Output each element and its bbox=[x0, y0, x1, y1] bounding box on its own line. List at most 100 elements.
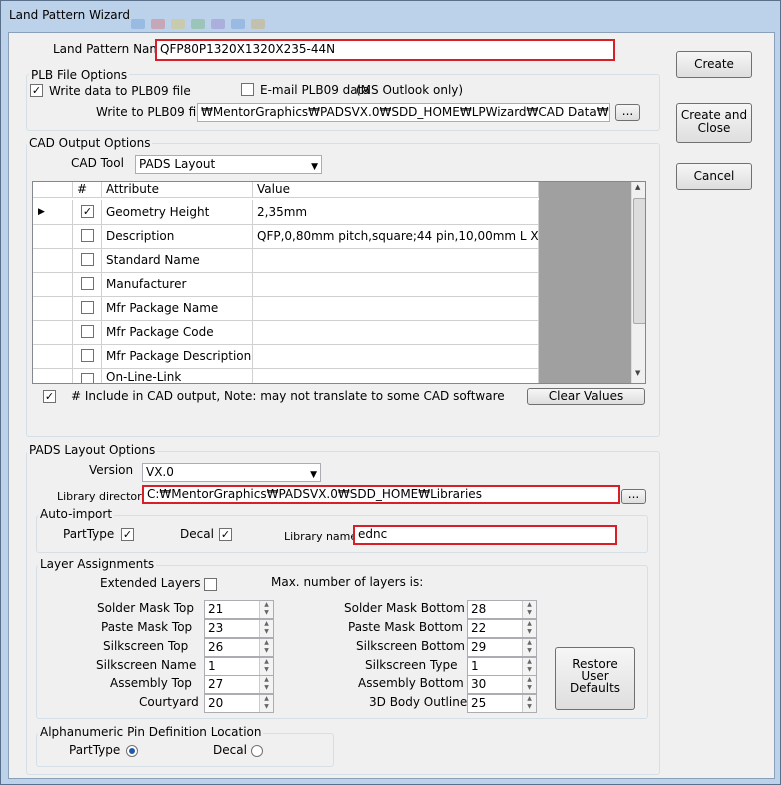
version-select[interactable]: VX.0 ▼ bbox=[142, 463, 321, 482]
scroll-down-arrow-icon[interactable]: ▼ bbox=[635, 369, 640, 377]
email-plb-checkbox[interactable] bbox=[241, 83, 254, 96]
row-checkbox[interactable] bbox=[81, 349, 94, 362]
grid-header-selector bbox=[33, 182, 73, 197]
spinner-arrows-icon[interactable]: ▲ ▼ bbox=[522, 639, 536, 656]
row-checkbox[interactable] bbox=[81, 301, 94, 314]
row-checkbox[interactable]: ✓ bbox=[81, 205, 94, 218]
grid-row[interactable]: ▶ ✓ Geometry Height 2,35mm bbox=[33, 200, 539, 225]
grid-header-number: # bbox=[73, 182, 102, 197]
value-cell[interactable] bbox=[253, 296, 539, 320]
checkmark-icon: ✓ bbox=[220, 528, 231, 541]
layer-label: Solder Mask Bottom bbox=[344, 601, 465, 615]
attribute-cell[interactable]: Mfr Package Code bbox=[102, 320, 253, 344]
layer-label: Courtyard bbox=[139, 695, 199, 709]
spinner-arrows-icon[interactable]: ▲ ▼ bbox=[259, 658, 273, 675]
layer-spinner[interactable]: 30 ▲ ▼ bbox=[467, 675, 537, 694]
library-directory-input[interactable]: C:₩MentorGraphics₩PADSVX.0₩SDD_HOME₩Libr… bbox=[142, 485, 620, 504]
layer-spinner[interactable]: 28 ▲ ▼ bbox=[467, 600, 537, 619]
write-plb-checkbox[interactable]: ✓ bbox=[30, 84, 43, 97]
cad-tool-select[interactable]: PADS Layout ▼ bbox=[135, 155, 322, 174]
plb-file-path-input[interactable]: ₩MentorGraphics₩PADSVX.0₩SDD_HOME₩LPWiza… bbox=[197, 103, 610, 122]
row-selector bbox=[33, 320, 73, 344]
restore-user-defaults-button[interactable]: Restore User Defaults bbox=[555, 647, 635, 710]
spinner-arrows-icon[interactable]: ▲ ▼ bbox=[259, 676, 273, 693]
row-checkbox[interactable] bbox=[81, 277, 94, 290]
row-checkbox[interactable] bbox=[81, 373, 94, 383]
grid-row[interactable]: Description QFP,0,80mm pitch,square;44 p… bbox=[33, 224, 539, 249]
grid-row[interactable]: On-Line-Link bbox=[33, 368, 539, 383]
layer-spinner[interactable]: 22 ▲ ▼ bbox=[467, 619, 537, 638]
layer-spinner-value: 27 bbox=[208, 677, 224, 691]
layer-label: Paste Mask Bottom bbox=[348, 620, 463, 634]
layer-spinner[interactable]: 27 ▲ ▼ bbox=[204, 675, 274, 694]
layer-label: 3D Body Outline bbox=[369, 695, 468, 709]
spinner-arrows-icon[interactable]: ▲ ▼ bbox=[259, 695, 273, 712]
layer-spinner[interactable]: 29 ▲ ▼ bbox=[467, 638, 537, 657]
spinner-arrows-icon[interactable]: ▲ ▼ bbox=[259, 601, 273, 618]
grid-vertical-scrollbar[interactable]: ▲ ▼ bbox=[631, 182, 645, 383]
plb-browse-button[interactable]: ... bbox=[615, 104, 640, 121]
spinner-arrows-icon[interactable]: ▲ ▼ bbox=[522, 620, 536, 637]
grid-row[interactable]: Mfr Package Code bbox=[33, 320, 539, 345]
layer-spinner[interactable]: 21 ▲ ▼ bbox=[204, 600, 274, 619]
spinner-arrows-icon[interactable]: ▲ ▼ bbox=[522, 658, 536, 675]
grid-checkbox-cell bbox=[73, 248, 102, 272]
scroll-thumb[interactable] bbox=[633, 198, 645, 324]
layer-spinner[interactable]: 1 ▲ ▼ bbox=[204, 657, 274, 676]
spinner-arrows-icon[interactable]: ▲ ▼ bbox=[259, 620, 273, 637]
value-cell[interactable] bbox=[253, 368, 539, 383]
attribute-cell[interactable]: Geometry Height bbox=[102, 200, 253, 224]
spinner-arrows-icon[interactable]: ▲ ▼ bbox=[259, 639, 273, 656]
row-checkbox[interactable] bbox=[81, 253, 94, 266]
value-cell[interactable]: QFP,0,80mm pitch,square;44 pin,10,00mm L… bbox=[253, 224, 539, 248]
layer-spinner[interactable]: 1 ▲ ▼ bbox=[467, 657, 537, 676]
library-name-input[interactable]: ednc bbox=[353, 525, 617, 545]
grid-row[interactable]: Standard Name bbox=[33, 248, 539, 273]
grid-checkbox-cell bbox=[73, 296, 102, 320]
library-directory-label: Library directory bbox=[57, 490, 149, 503]
layer-spinner[interactable]: 20 ▲ ▼ bbox=[204, 694, 274, 713]
chevron-down-icon: ▼ bbox=[311, 162, 318, 172]
auto-import-parttype-checkbox[interactable]: ✓ bbox=[121, 528, 134, 541]
pin-def-decal-radio[interactable] bbox=[251, 745, 263, 757]
attribute-cell[interactable]: Mfr Package Name bbox=[102, 296, 253, 320]
auto-import-decal-checkbox[interactable]: ✓ bbox=[219, 528, 232, 541]
layer-spinner[interactable]: 25 ▲ ▼ bbox=[467, 694, 537, 713]
pin-def-parttype-label: PartType bbox=[69, 743, 121, 757]
create-button[interactable]: Create bbox=[676, 51, 752, 78]
scroll-up-arrow-icon[interactable]: ▲ bbox=[635, 183, 640, 191]
extended-layers-checkbox[interactable] bbox=[204, 578, 217, 591]
library-browse-button[interactable]: ... bbox=[621, 488, 646, 504]
grid-header-attribute: Attribute bbox=[102, 182, 253, 197]
attribute-cell[interactable]: Description bbox=[102, 224, 253, 248]
include-cad-checkbox[interactable]: ✓ bbox=[43, 390, 56, 403]
grid-row[interactable]: Mfr Package Description bbox=[33, 344, 539, 369]
value-cell[interactable] bbox=[253, 320, 539, 344]
spinner-arrows-icon[interactable]: ▲ ▼ bbox=[522, 601, 536, 618]
create-and-close-button[interactable]: Create and Close bbox=[676, 103, 752, 143]
layer-spinner[interactable]: 26 ▲ ▼ bbox=[204, 638, 274, 657]
value-cell[interactable] bbox=[253, 272, 539, 296]
row-checkbox[interactable] bbox=[81, 325, 94, 338]
attribute-cell[interactable]: Standard Name bbox=[102, 248, 253, 272]
value-cell[interactable]: 2,35mm bbox=[253, 200, 539, 224]
title-bar[interactable]: Land Pattern Wizard bbox=[1, 1, 780, 31]
attribute-cell[interactable]: Mfr Package Description bbox=[102, 344, 253, 368]
grid-row[interactable]: Mfr Package Name bbox=[33, 296, 539, 321]
grid-header-row: # Attribute Value bbox=[33, 182, 539, 198]
version-label: Version bbox=[89, 463, 134, 477]
clear-values-button[interactable]: Clear Values bbox=[527, 388, 645, 405]
spinner-arrows-icon[interactable]: ▲ ▼ bbox=[522, 695, 536, 712]
land-pattern-wizard-window: Land Pattern Wizard Land Pattern Name QF… bbox=[0, 0, 781, 785]
grid-row[interactable]: Manufacturer bbox=[33, 272, 539, 297]
pin-def-parttype-radio[interactable] bbox=[126, 745, 138, 757]
value-cell[interactable] bbox=[253, 248, 539, 272]
land-pattern-name-input[interactable]: QFP80P1320X1320X235-44N bbox=[155, 39, 615, 61]
row-checkbox[interactable] bbox=[81, 229, 94, 242]
layer-spinner[interactable]: 23 ▲ ▼ bbox=[204, 619, 274, 638]
spinner-arrows-icon[interactable]: ▲ ▼ bbox=[522, 676, 536, 693]
attribute-cell[interactable]: Manufacturer bbox=[102, 272, 253, 296]
attribute-cell[interactable]: On-Line-Link bbox=[102, 368, 253, 383]
cancel-button[interactable]: Cancel bbox=[676, 163, 752, 190]
value-cell[interactable] bbox=[253, 344, 539, 368]
